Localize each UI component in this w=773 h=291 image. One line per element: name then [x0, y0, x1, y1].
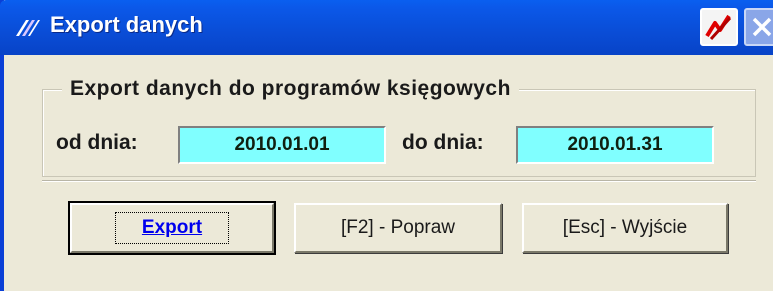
- export-button-label: Export: [114, 212, 230, 244]
- date-to-field[interactable]: 2010.01.31: [516, 126, 714, 164]
- window-title: Export danych: [50, 12, 203, 37]
- exit-button-label: [Esc] - Wyjście: [562, 217, 688, 238]
- app-logo-icon: [14, 14, 40, 40]
- export-dialog-window: Export danych Export danych do programów…: [0, 0, 773, 291]
- groupbox-legend: Export danych do programów księgowych: [62, 77, 519, 101]
- exit-button[interactable]: [Esc] - Wyjście: [522, 203, 728, 253]
- titlebar[interactable]: Export danych: [0, 0, 773, 55]
- export-button[interactable]: Export: [68, 201, 276, 255]
- date-from-label: od dnia:: [56, 131, 138, 154]
- divider: [42, 180, 756, 182]
- date-to-label: do dnia:: [402, 131, 484, 154]
- app-status-icon[interactable]: [700, 8, 738, 46]
- date-from-field[interactable]: 2010.01.01: [178, 126, 386, 164]
- fix-button[interactable]: [F2] - Popraw: [294, 203, 502, 253]
- close-icon[interactable]: [744, 8, 773, 46]
- fix-button-label: [F2] - Popraw: [340, 217, 456, 238]
